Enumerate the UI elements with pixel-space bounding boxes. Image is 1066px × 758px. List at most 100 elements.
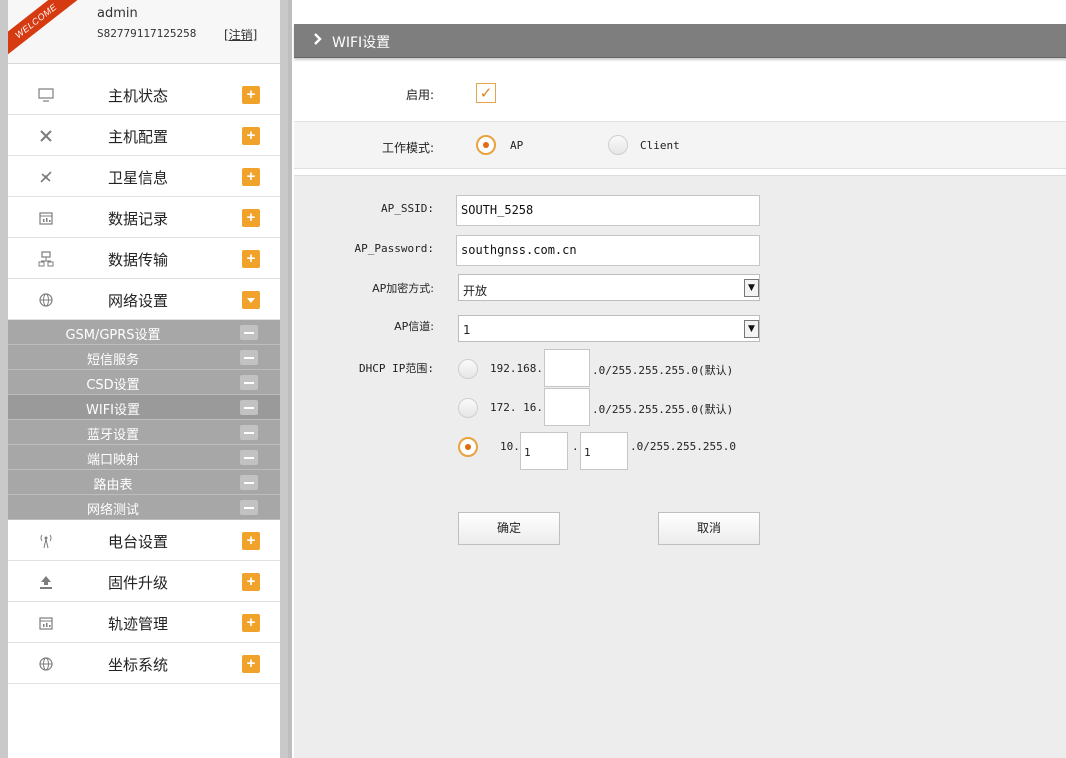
dhcp-172-prefix: 172. 16.: [490, 401, 543, 414]
dhcp-172-input[interactable]: [544, 388, 590, 426]
submenu-item-network-test[interactable]: 网络测试: [8, 495, 280, 520]
expand-plus-icon[interactable]: +: [242, 655, 260, 673]
expand-plus-icon[interactable]: +: [242, 168, 260, 186]
encrypt-label: AP加密方式:: [372, 282, 434, 295]
user-box: WELCOME admin S82779117125258 [注销]: [8, 0, 280, 64]
calendar-icon: [36, 613, 56, 633]
enable-label: 启用:: [405, 88, 434, 102]
dhcp-192-radio[interactable]: [458, 359, 478, 379]
menu-item-firmware-upgrade[interactable]: 固件升级 +: [8, 561, 280, 602]
enable-row: 启用: ✓: [294, 74, 1066, 112]
enable-checkbox[interactable]: ✓: [476, 83, 496, 103]
mode-ap-radio[interactable]: [476, 135, 496, 155]
menu-item-host-config[interactable]: 主机配置 +: [8, 115, 280, 156]
dropdown-arrow-icon: ▼: [744, 320, 759, 338]
minus-icon: [240, 350, 258, 365]
expand-plus-icon[interactable]: +: [242, 209, 260, 227]
page-title: WIFI设置: [332, 35, 391, 51]
dhcp-192-prefix: 192.168.: [490, 362, 543, 375]
menu-label: 固件升级: [108, 574, 169, 592]
submenu-item-route-table[interactable]: 路由表: [8, 470, 280, 495]
dhcp-192-suffix: .0/255.255.255.0(默认): [592, 364, 734, 377]
user-name: admin: [97, 6, 138, 21]
menu-label: 网络设置: [108, 292, 169, 310]
channel-label: AP信道:: [394, 320, 434, 333]
dhcp-10-input-1[interactable]: 1: [520, 432, 568, 470]
submenu-item-bluetooth[interactable]: 蓝牙设置: [8, 420, 280, 445]
expand-plus-icon[interactable]: +: [242, 250, 260, 268]
main-content: WIFI设置 启用: ✓ 工作模式: AP Client AP_SSID: SO…: [288, 0, 1066, 758]
welcome-ribbon: WELCOME: [8, 0, 81, 59]
submenu-item-gsm-gprs[interactable]: GSM/GPRS设置: [8, 320, 280, 345]
menu-item-satellite-info[interactable]: 卫星信息 +: [8, 156, 280, 197]
dropdown-arrow-icon: ▼: [744, 279, 759, 297]
password-label: AP_Password:: [354, 242, 434, 255]
dhcp-10-radio[interactable]: [458, 437, 478, 457]
dhcp-10-input-2[interactable]: 1: [580, 432, 628, 470]
submenu-item-csd[interactable]: CSD设置: [8, 370, 280, 395]
expand-plus-icon[interactable]: +: [242, 86, 260, 104]
dhcp-172-suffix: .0/255.255.255.0(默认): [592, 403, 734, 416]
device-serial: S82779117125258: [97, 27, 197, 40]
menu-item-data-transfer[interactable]: 数据传输 +: [8, 238, 280, 279]
menu-label: 卫星信息: [108, 169, 169, 187]
mode-label: 工作模式:: [381, 141, 434, 155]
submenu-label: 网络测试: [86, 503, 139, 518]
password-input[interactable]: southgnss.com.cn: [456, 235, 760, 266]
dhcp-192-input[interactable]: [544, 349, 590, 387]
submenu-label: 蓝牙设置: [86, 428, 139, 443]
tools-icon: [36, 126, 56, 146]
submenu-label: 路由表: [93, 478, 133, 493]
expand-plus-icon[interactable]: +: [242, 532, 260, 550]
submenu-label: 短信服务: [86, 353, 139, 368]
satellite-icon: [36, 167, 56, 187]
menu-item-data-record[interactable]: 数据记录 +: [8, 197, 280, 238]
menu-item-network-settings[interactable]: 网络设置: [8, 279, 280, 320]
menu-item-track-management[interactable]: 轨迹管理 +: [8, 602, 280, 643]
channel-value: 1: [463, 323, 471, 337]
mode-ap-label: AP: [510, 139, 524, 152]
menu-item-radio-settings[interactable]: 电台设置 +: [8, 520, 280, 561]
expand-plus-icon[interactable]: +: [242, 573, 260, 591]
encrypt-select[interactable]: 开放 ▼: [458, 274, 760, 301]
dhcp-10-prefix: 10.: [500, 440, 520, 453]
submenu-label: GSM/GPRS设置: [65, 328, 161, 343]
cancel-button[interactable]: 取消: [658, 512, 760, 545]
minus-icon: [240, 425, 258, 440]
menu-label: 坐标系统: [108, 656, 169, 674]
minus-icon: [240, 375, 258, 390]
globe-icon: [36, 654, 56, 674]
ssid-input[interactable]: SOUTH_5258: [456, 195, 760, 226]
mode-client-label: Client: [640, 139, 680, 152]
submenu-item-port-mapping[interactable]: 端口映射: [8, 445, 280, 470]
ip-dot: .: [572, 440, 579, 453]
sidebar-panel: WELCOME admin S82779117125258 [注销] 主机状态 …: [8, 0, 280, 758]
minus-icon: [240, 500, 258, 515]
ssid-label: AP_SSID:: [381, 202, 434, 215]
menu-item-coordinate-system[interactable]: 坐标系统 +: [8, 643, 280, 684]
menu-label: 轨迹管理: [108, 615, 169, 633]
antenna-icon: [36, 531, 56, 551]
calendar-icon: [36, 208, 56, 228]
chevron-right-icon: [312, 31, 324, 51]
menu-item-host-status[interactable]: 主机状态 +: [8, 74, 280, 115]
submenu-item-sms[interactable]: 短信服务: [8, 345, 280, 370]
channel-select[interactable]: 1 ▼: [458, 315, 760, 342]
minus-icon: [240, 400, 258, 415]
ap-settings-panel: AP_SSID: SOUTH_5258 AP_Password: southgn…: [294, 175, 1066, 758]
expand-plus-icon[interactable]: +: [242, 127, 260, 145]
globe-icon: [36, 290, 56, 310]
sidebar: WELCOME admin S82779117125258 [注销] 主机状态 …: [0, 0, 288, 758]
logout-link[interactable]: [注销]: [224, 26, 257, 43]
collapse-arrow-icon[interactable]: [242, 291, 260, 309]
minus-icon: [240, 450, 258, 465]
mode-client-radio[interactable]: [608, 135, 628, 155]
menu-label: 数据传输: [108, 251, 169, 269]
dhcp-172-radio[interactable]: [458, 398, 478, 418]
menu-label: 主机状态: [108, 87, 169, 105]
expand-plus-icon[interactable]: +: [242, 614, 260, 632]
mode-row: 工作模式: AP Client: [294, 121, 1066, 169]
submenu-item-wifi[interactable]: WIFI设置: [8, 395, 280, 420]
ok-button[interactable]: 确定: [458, 512, 560, 545]
minus-icon: [240, 325, 258, 340]
